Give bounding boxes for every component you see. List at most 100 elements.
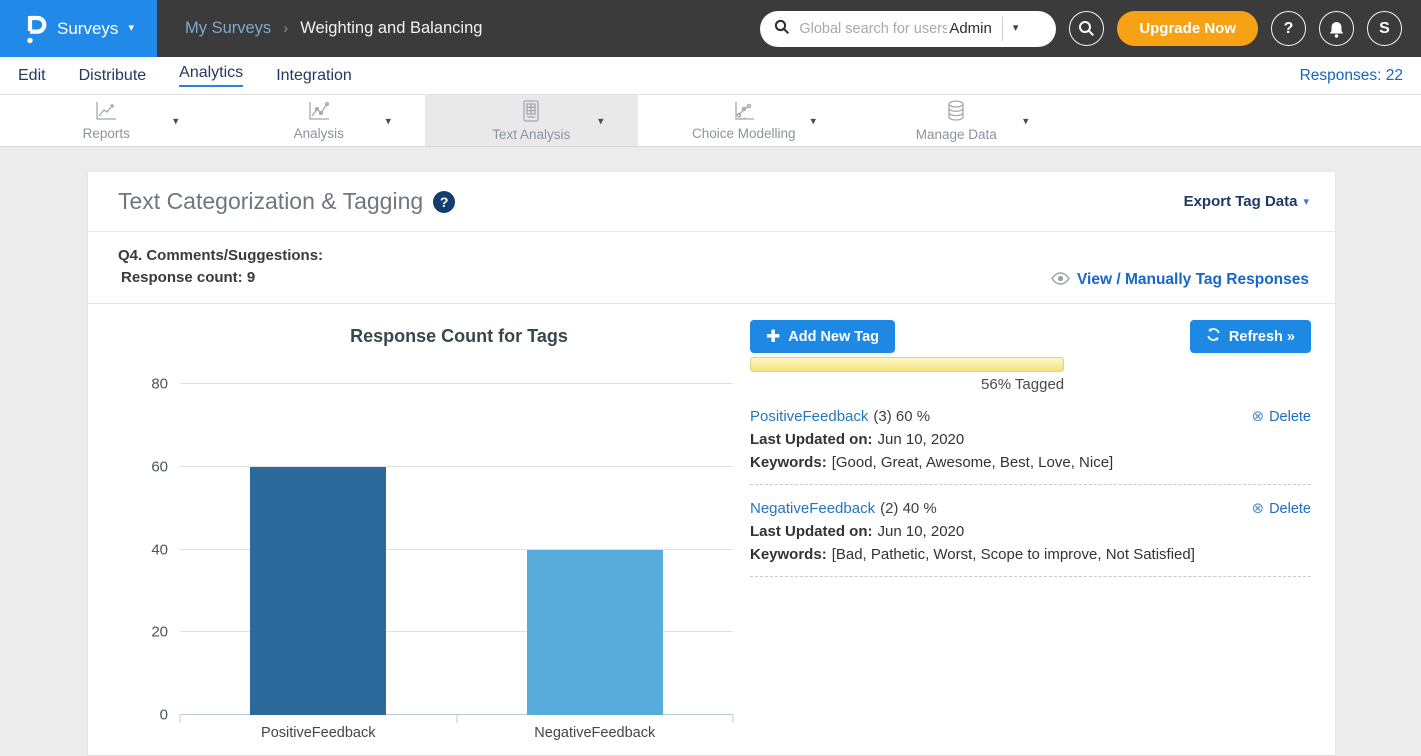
tool-analysis[interactable]: Analysis ▾ xyxy=(213,95,426,146)
analytics-toolbar: Reports ▾ Analysis ▾ Text Analysis ▾ Cho… xyxy=(0,95,1421,147)
line-chart-points-icon xyxy=(307,100,331,125)
progress-label: 56% Tagged xyxy=(750,376,1064,393)
chevron-down-icon[interactable]: ▾ xyxy=(810,114,816,127)
question-label: Q4. Comments/Suggestions: xyxy=(118,245,323,267)
keywords-label: Keywords: xyxy=(750,546,827,563)
document-table-icon xyxy=(521,99,541,126)
survey-title: Weighting and Balancing xyxy=(300,19,482,38)
updated-label: Last Updated on: xyxy=(750,431,873,448)
chart-plot: 020406080PositiveFeedbackNegativeFeedbac… xyxy=(180,384,733,715)
view-manually-tag-link[interactable]: View / Manually Tag Responses xyxy=(1051,271,1309,289)
page-title: Text Categorization & Tagging xyxy=(118,188,423,215)
delete-tag-button[interactable]: ⊗ Delete xyxy=(1252,501,1312,517)
main-content: Text Categorization & Tagging ? Export T… xyxy=(0,147,1421,755)
circle-x-icon: ⊗ xyxy=(1252,409,1265,424)
tab-distribute[interactable]: Distribute xyxy=(64,57,162,94)
add-new-tag-button[interactable]: ✚ Add New Tag xyxy=(750,320,895,353)
top-header: Surveys ▾ My Surveys › Weighting and Bal… xyxy=(0,0,1421,57)
refresh-button[interactable]: Refresh » xyxy=(1190,320,1311,353)
keywords-value: [Bad, Pathetic, Worst, Scope to improve,… xyxy=(832,546,1195,563)
updated-value: Jun 10, 2020 xyxy=(878,431,965,448)
x-axis-tickmark xyxy=(180,715,181,723)
notifications-button[interactable] xyxy=(1319,11,1354,46)
database-icon xyxy=(944,99,968,126)
product-name: Surveys xyxy=(57,19,118,39)
breadcrumb: My Surveys › Weighting and Balancing xyxy=(185,19,482,38)
bar-NegativeFeedback[interactable] xyxy=(527,550,663,716)
y-axis-tick-label: 80 xyxy=(128,376,168,393)
search-input[interactable] xyxy=(799,21,947,37)
global-search[interactable]: Admin ▾ xyxy=(760,11,1056,47)
upgrade-now-button[interactable]: Upgrade Now xyxy=(1117,11,1258,46)
keywords-label: Keywords: xyxy=(750,454,827,471)
search-button[interactable] xyxy=(1069,11,1104,46)
y-axis-tick-label: 0 xyxy=(128,707,168,724)
tool-text-analysis[interactable]: Text Analysis ▾ xyxy=(425,95,638,146)
product-switcher[interactable]: Surveys ▾ xyxy=(0,0,157,57)
scatter-chart-icon xyxy=(732,100,756,125)
bar-PositiveFeedback[interactable] xyxy=(250,467,386,715)
y-axis-tick-label: 20 xyxy=(128,624,168,641)
account-avatar[interactable]: S xyxy=(1367,11,1402,46)
updated-label: Last Updated on: xyxy=(750,523,873,540)
chevron-down-icon[interactable]: ▾ xyxy=(173,114,179,127)
search-scope-label: Admin xyxy=(949,20,992,37)
question-row: Q4. Comments/Suggestions: Response count… xyxy=(88,232,1335,304)
delete-tag-button[interactable]: ⊗ Delete xyxy=(1252,409,1312,425)
y-axis-tick-label: 40 xyxy=(128,541,168,558)
tag-name-link[interactable]: NegativeFeedback xyxy=(750,500,875,517)
progress-bar-fill xyxy=(750,357,1064,372)
survey-tabs: Edit Distribute Analytics Integration Re… xyxy=(0,57,1421,95)
line-chart-icon xyxy=(94,100,118,125)
tab-edit[interactable]: Edit xyxy=(3,57,61,94)
plus-icon: ✚ xyxy=(766,328,780,345)
help-icon[interactable]: ? xyxy=(433,191,455,213)
search-scope-dropdown[interactable]: ▾ xyxy=(1003,23,1029,34)
card-body: Response Count for Tags 020406080Positiv… xyxy=(88,304,1335,755)
chart-title: Response Count for Tags xyxy=(118,318,740,347)
gridline xyxy=(180,383,733,384)
x-axis-tickmark xyxy=(456,715,457,723)
tagged-progress: 56% Tagged xyxy=(750,357,1311,393)
tool-manage-data[interactable]: Manage Data ▾ xyxy=(850,95,1063,146)
chevron-down-icon[interactable]: ▾ xyxy=(1023,114,1029,127)
tool-choice-modelling[interactable]: Choice Modelling ▾ xyxy=(638,95,851,146)
breadcrumb-separator: › xyxy=(283,20,288,37)
response-count-label: Response count: 9 xyxy=(118,267,323,289)
refresh-icon xyxy=(1206,327,1221,346)
tag-count: (2) 40 % xyxy=(880,500,937,517)
chevron-down-icon[interactable]: ▾ xyxy=(598,114,604,127)
x-axis-tickmark xyxy=(733,715,734,723)
header-actions: Admin ▾ Upgrade Now ? S xyxy=(760,11,1421,47)
x-axis-label: PositiveFeedback xyxy=(261,725,375,741)
eye-icon xyxy=(1051,272,1070,288)
help-button[interactable]: ? xyxy=(1271,11,1306,46)
bell-icon xyxy=(1328,20,1345,38)
card-header: Text Categorization & Tagging ? Export T… xyxy=(88,172,1335,232)
search-icon xyxy=(774,19,790,38)
divider xyxy=(750,576,1311,577)
divider xyxy=(750,484,1311,485)
tag-count: (3) 60 % xyxy=(873,408,930,425)
tag-name-link[interactable]: PositiveFeedback xyxy=(750,408,868,425)
chevron-down-icon: ▾ xyxy=(128,23,134,34)
tab-analytics[interactable]: Analytics xyxy=(164,57,258,94)
updated-value: Jun 10, 2020 xyxy=(878,523,965,540)
keywords-value: [Good, Great, Awesome, Best, Love, Nice] xyxy=(832,454,1114,471)
x-axis-label: NegativeFeedback xyxy=(534,725,655,741)
tab-integration[interactable]: Integration xyxy=(261,57,367,94)
panel-buttons: ✚ Add New Tag Refresh » xyxy=(750,320,1311,353)
tag-item: PositiveFeedback (3) 60 % ⊗ Delete Last … xyxy=(750,408,1311,471)
export-tag-data-dropdown[interactable]: Export Tag Data ▾ xyxy=(1184,193,1309,210)
tag-panel: ✚ Add New Tag Refresh » 56% Tagged xyxy=(750,318,1311,715)
tag-item: NegativeFeedback (2) 40 % ⊗ Delete Last … xyxy=(750,500,1311,563)
circle-x-icon: ⊗ xyxy=(1252,501,1265,516)
response-count-chart: Response Count for Tags 020406080Positiv… xyxy=(118,318,740,715)
questionpro-logo-icon xyxy=(23,12,47,46)
responses-count: Responses: 22 xyxy=(1300,67,1403,85)
chevron-down-icon[interactable]: ▾ xyxy=(385,114,391,127)
chevron-down-icon: ▾ xyxy=(1303,195,1309,208)
tool-reports[interactable]: Reports ▾ xyxy=(0,95,213,146)
breadcrumb-my-surveys[interactable]: My Surveys xyxy=(185,19,271,38)
text-tagging-card: Text Categorization & Tagging ? Export T… xyxy=(88,172,1335,755)
